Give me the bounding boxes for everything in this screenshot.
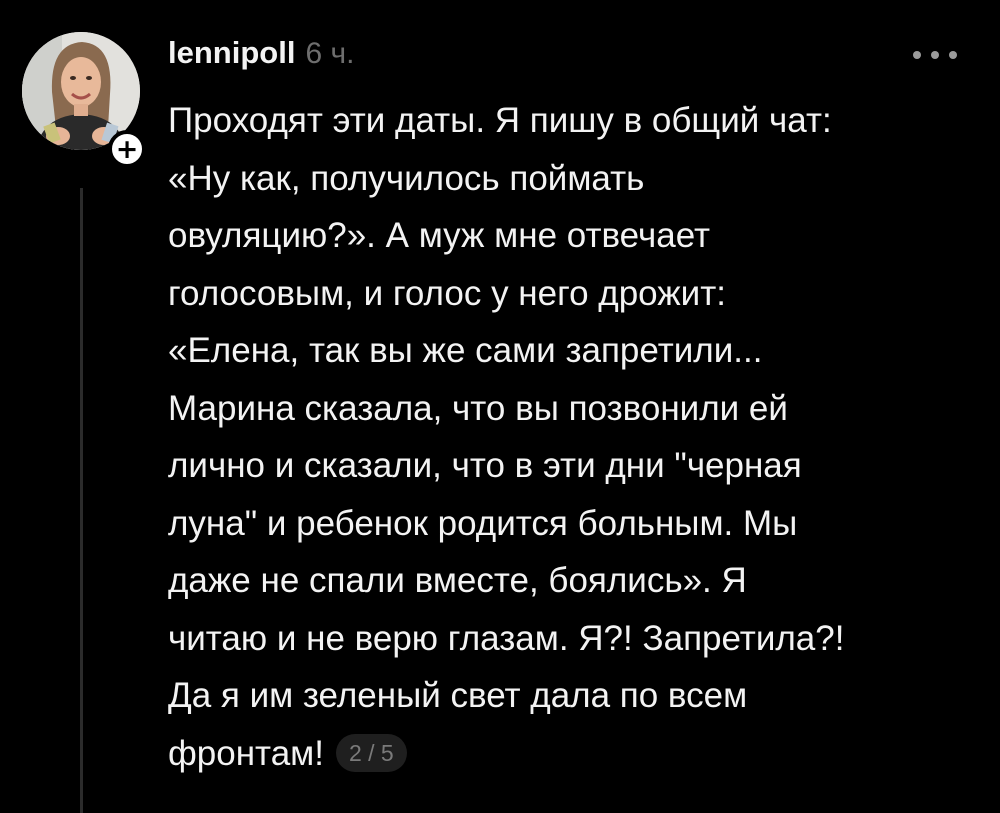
post-header: lennipoll 6 ч.	[168, 35, 354, 83]
page-indicator-badge: 2 / 5	[335, 733, 407, 772]
follow-plus-button[interactable]: +	[108, 130, 146, 168]
post-timestamp: 6 ч.	[305, 37, 355, 70]
author-avatar-container[interactable]: +	[22, 32, 146, 168]
ellipsis-dot	[931, 51, 939, 59]
ellipsis-icon[interactable]	[913, 48, 957, 62]
plus-icon: +	[115, 133, 139, 165]
author-username[interactable]: lennipoll	[168, 35, 295, 71]
ellipsis-dot	[949, 51, 957, 59]
ellipsis-dot	[913, 51, 921, 59]
post-body: Проходят эти даты. Я пишу в общий чат: «…	[168, 92, 976, 782]
thread-connector-line	[80, 188, 83, 813]
thread-post: + lennipoll 6 ч. Проходят эти даты. Я пи…	[0, 0, 1000, 813]
post-body-text: Проходят эти даты. Я пишу в общий чат: «…	[168, 101, 845, 773]
